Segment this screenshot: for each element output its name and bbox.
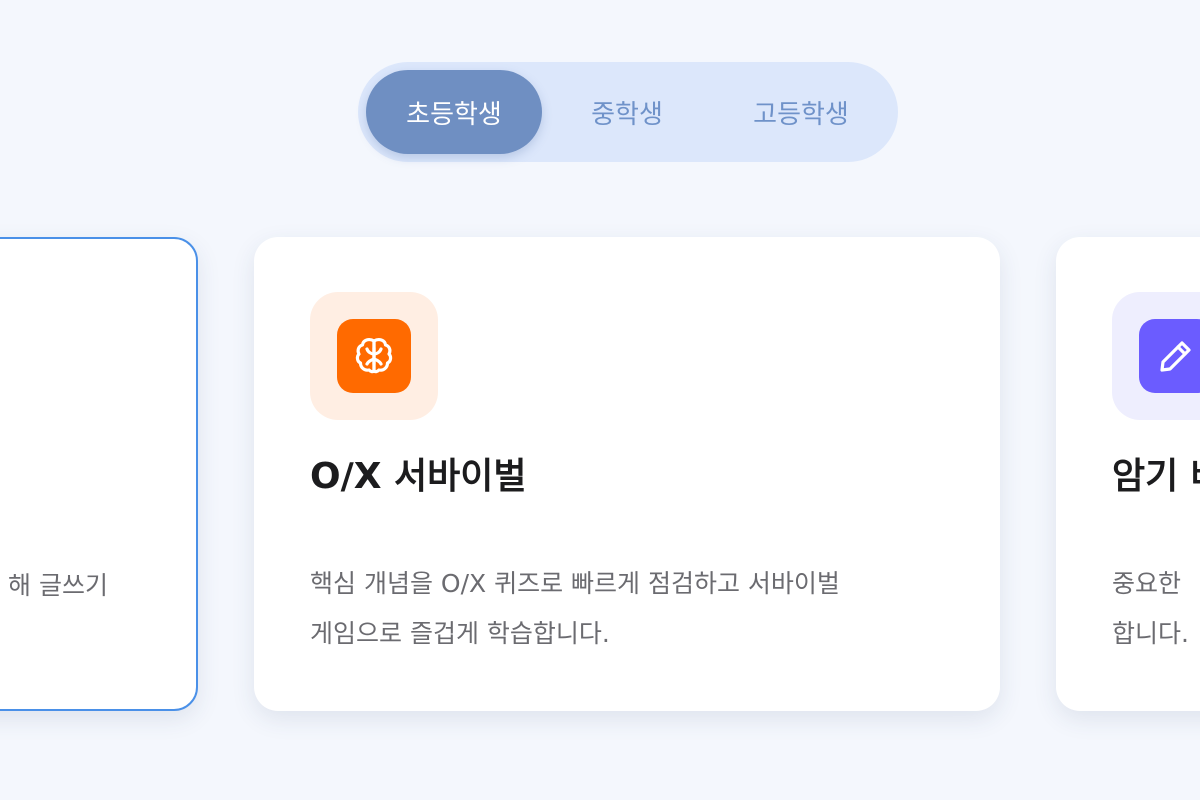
card-memorization[interactable]: 암기 배 중요한 합니다. (1056, 237, 1200, 711)
tab-elementary[interactable]: 초등학생 (366, 70, 542, 154)
brain-icon (337, 319, 411, 393)
pencil-icon (1139, 319, 1200, 393)
level-tabs: 초등학생 중학생 고등학생 (358, 62, 898, 162)
tab-high-school[interactable]: 고등학생 (712, 70, 890, 154)
card-writing[interactable]: 해 글쓰기 (0, 237, 198, 711)
tab-middle-school[interactable]: 중학생 (542, 70, 712, 154)
card-ox-survival[interactable]: O/X 서바이벌 핵심 개념을 O/X 퀴즈로 빠르게 점검하고 서바이벌 게임… (254, 237, 1000, 711)
card-title: O/X 서바이벌 (310, 456, 527, 497)
icon-tile (1112, 292, 1200, 420)
card-description: 중요한 합니다. (1112, 569, 1189, 648)
card-description: 해 글쓰기 (8, 571, 108, 600)
card-description: 핵심 개념을 O/X 퀴즈로 빠르게 점검하고 서바이벌 게임으로 즐겁게 학습… (310, 569, 840, 648)
card-title: 암기 배 (1112, 456, 1200, 497)
page: 초등학생 중학생 고등학생 해 글쓰기 O/X 서바이벌 핵심 개념을 O/X … (0, 0, 1200, 800)
icon-tile (310, 292, 438, 420)
